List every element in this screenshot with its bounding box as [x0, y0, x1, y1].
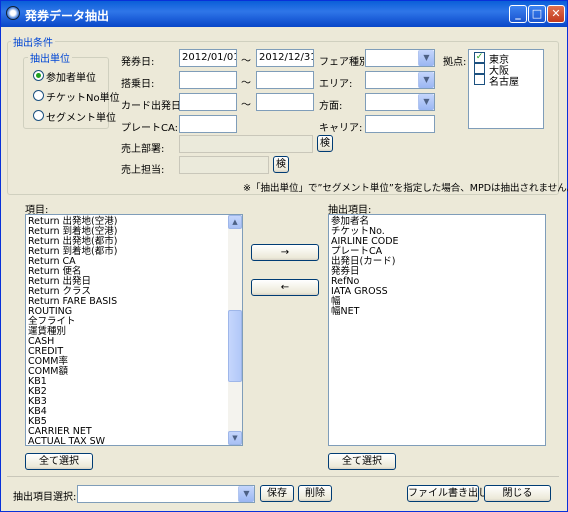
card-departure-label: カード出発日: [121, 101, 185, 112]
unit-group-label: 抽出単位 [28, 50, 72, 65]
extract-item-select-combo[interactable]: ▼ [77, 485, 255, 503]
list-item[interactable]: COMM額 [26, 367, 242, 377]
footer-divider [7, 476, 559, 477]
items-scrollbar[interactable]: ▲ ▼ [228, 215, 242, 445]
export-file-button[interactable]: ファイル書き出し [407, 485, 488, 502]
list-item[interactable]: 発券日 [329, 267, 545, 277]
add-item-button[interactable]: → [251, 244, 319, 261]
scroll-up-icon[interactable]: ▲ [228, 215, 242, 229]
list-item[interactable]: KB4 [26, 407, 242, 417]
base-nagoya-checkbox[interactable] [474, 74, 485, 85]
scroll-down-icon[interactable]: ▼ [228, 431, 242, 445]
extract-item-select-label: 抽出項目選択: [13, 492, 77, 503]
list-item[interactable]: 出発日(カード) [329, 257, 545, 267]
sales-dept-input [179, 135, 313, 153]
unit-participant-radio[interactable] [33, 70, 44, 81]
sales-rep-label: 売上担当: [121, 165, 165, 176]
plate-ca-input[interactable] [179, 115, 237, 133]
card-departure-to-input[interactable] [256, 93, 314, 111]
delete-button[interactable]: 削除 [298, 485, 332, 502]
list-item[interactable]: KB3 [26, 397, 242, 407]
list-item[interactable]: ACTUAL TAX SW [26, 437, 242, 446]
carrier-input[interactable] [365, 115, 435, 133]
segment-note: ※「抽出単位」で”セグメント単位”を指定した場合、MPDは抽出されません。 [243, 183, 568, 194]
direction-label: 方面: [319, 101, 343, 112]
window-title: 発券データ抽出 [25, 9, 110, 23]
area-label: エリア: [319, 79, 353, 90]
list-item[interactable]: KB2 [26, 387, 242, 397]
title-bar[interactable]: 発券データ抽出 _ □ ✕ [1, 1, 567, 27]
issue-date-label: 発券日: [121, 57, 155, 68]
unit-ticket-radio[interactable] [33, 90, 44, 101]
main-window: 発券データ抽出 _ □ ✕ 抽出条件 抽出単位 参加者単位 チケットNo単位 セ… [0, 0, 568, 512]
sales-dept-search-button[interactable]: 検 [317, 135, 333, 152]
list-item[interactable]: 幅 [329, 297, 545, 307]
unit-segment-radio[interactable] [33, 110, 44, 121]
chevron-down-icon[interactable]: ▼ [418, 72, 434, 88]
issue-date-to-input[interactable]: 2012/12/31 [256, 49, 314, 67]
close-icon[interactable]: ✕ [547, 5, 565, 23]
list-item[interactable]: 幅NET [329, 307, 545, 317]
maximize-icon[interactable]: □ [528, 5, 546, 23]
app-icon [6, 6, 20, 20]
issue-date-range-sep: ～ [241, 56, 251, 67]
unit-segment-label[interactable]: セグメント単位 [46, 109, 116, 124]
list-item[interactable]: 運賃種別 [26, 327, 242, 337]
boarding-date-to-input[interactable] [256, 71, 314, 89]
chevron-down-icon[interactable]: ▼ [418, 50, 434, 66]
sales-dept-label: 売上部署: [121, 144, 165, 155]
boarding-date-label: 搭乗日: [121, 79, 155, 90]
boarding-date-from-input[interactable] [179, 71, 237, 89]
sales-rep-search-button[interactable]: 検 [273, 156, 289, 173]
card-departure-from-input[interactable] [179, 93, 237, 111]
list-item[interactable]: IATA GROSS [329, 287, 545, 297]
list-item[interactable]: KB1 [26, 377, 242, 387]
items-listbox[interactable]: Return 出発地(空港) Return 到着地(空港) Return 出発地(都… [25, 214, 243, 446]
save-button[interactable]: 保存 [260, 485, 294, 502]
base-osaka-checkbox[interactable] [474, 63, 485, 74]
unit-participant-label[interactable]: 参加者単位 [46, 69, 96, 84]
unit-ticket-label[interactable]: チケットNo単位 [46, 89, 120, 104]
base-tokyo-checkbox[interactable]: ✓ [474, 52, 485, 63]
chevron-down-icon[interactable]: ▼ [418, 94, 434, 110]
close-button[interactable]: 閉じる [484, 485, 551, 502]
base-label: 拠点: [443, 57, 467, 68]
area-combo[interactable]: ▼ [365, 71, 435, 89]
plate-ca-label: プレートCA: [121, 123, 179, 134]
remove-item-button[interactable]: ← [251, 279, 319, 296]
chevron-down-icon[interactable]: ▼ [238, 486, 254, 502]
items-select-all-button[interactable]: 全て選択 [25, 453, 93, 470]
card-departure-range-sep: ～ [241, 100, 251, 111]
sales-rep-input [179, 156, 269, 174]
conditions-group-label: 抽出条件 [11, 34, 55, 49]
base-nagoya-label[interactable]: 名古屋 [489, 73, 519, 88]
boarding-date-range-sep: ～ [241, 78, 251, 89]
extract-select-all-button[interactable]: 全て選択 [328, 453, 396, 470]
issue-date-from-input[interactable]: 2012/01/01 [179, 49, 237, 67]
carrier-label: キャリア: [319, 123, 363, 134]
scroll-thumb[interactable] [228, 310, 242, 382]
extract-listbox[interactable]: 参加者名 チケットNo. AIRLINE CODE プレートCA 出発日(カード) 発券日… [328, 214, 546, 446]
minimize-icon[interactable]: _ [509, 5, 527, 23]
direction-combo[interactable]: ▼ [365, 93, 435, 111]
fare-type-combo[interactable]: ▼ [365, 49, 435, 67]
